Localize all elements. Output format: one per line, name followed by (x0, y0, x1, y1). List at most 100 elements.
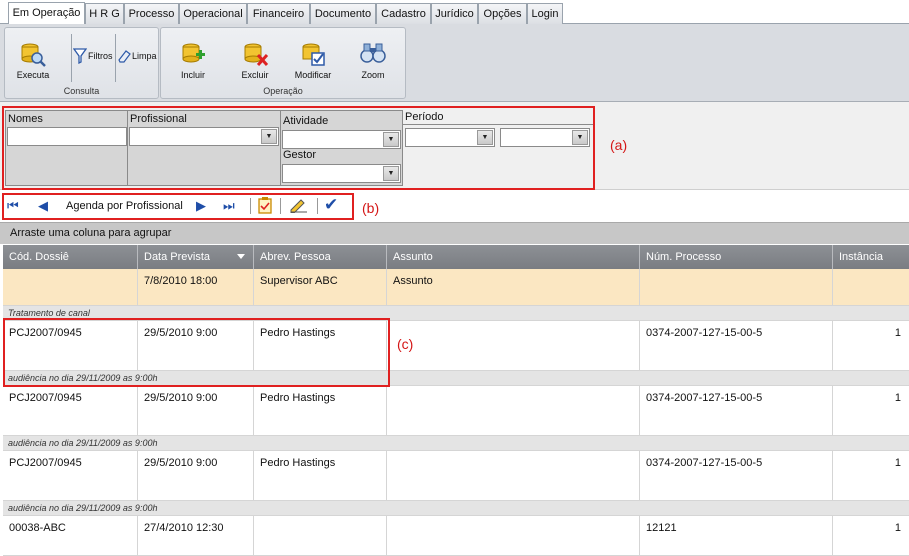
navigator-separator (250, 198, 251, 214)
cell-cod-dossie[interactable] (3, 269, 138, 305)
clipboard-check-icon[interactable] (257, 196, 273, 217)
tab-opcoes[interactable]: Opções (478, 3, 527, 24)
tab-financeiro[interactable]: Financeiro (247, 3, 310, 24)
tab-cadastro[interactable]: Cadastro (376, 3, 431, 24)
tab-operacional[interactable]: Operacional (179, 3, 247, 24)
tab-login[interactable]: Login (527, 3, 563, 24)
chevron-down-icon[interactable]: ▼ (383, 132, 399, 147)
new-item-row[interactable]: 7/8/2010 18:00 Supervisor ABC Assunto (3, 269, 909, 306)
cell-data-prevista: 29/5/2010 9:00 (138, 451, 254, 500)
column-header-data-prevista-label: Data Prevista (144, 251, 211, 263)
tab-documento[interactable]: Documento (310, 3, 376, 24)
menu-tab-bar: Em Operação H R G Processo Operacional F… (0, 0, 909, 25)
table-row[interactable]: PCJ2007/0945 29/5/2010 9:00 Pedro Hastin… (3, 321, 909, 371)
next-record-icon[interactable]: ▶ (196, 198, 206, 214)
column-header-data-prevista[interactable]: Data Prevista (138, 245, 254, 269)
cell-data-prevista[interactable]: 7/8/2010 18:00 (138, 269, 254, 305)
cell-instancia: 1 (894, 457, 901, 469)
cell-cod-dossie: PCJ2007/0945 (3, 451, 138, 500)
column-header-num-processo[interactable]: Núm. Processo (640, 245, 833, 269)
annotation-label-c: (c) (397, 336, 414, 352)
periodo-panel: Período ▼ ▼ (403, 110, 593, 186)
profissional-select[interactable]: ▼ (129, 127, 279, 146)
last-record-icon[interactable]: ⏭ (223, 198, 235, 214)
add-record-icon (182, 43, 205, 63)
cell-num-processo: 0374-2007-127-15-00-5 (640, 386, 833, 435)
nomes-column: Nomes (6, 111, 128, 185)
column-header-assunto[interactable]: Assunto (387, 245, 640, 269)
navigator-separator (317, 198, 318, 214)
table-row[interactable]: PCJ2007/0945 29/5/2010 9:00 Pedro Hastin… (3, 386, 909, 436)
zoom-button[interactable]: Zoom (355, 40, 391, 80)
chevron-down-icon[interactable]: ▼ (572, 130, 588, 145)
chevron-down-icon[interactable]: ▼ (261, 129, 277, 144)
nomes-input[interactable] (7, 127, 127, 146)
limpa-button[interactable]: Limpa (117, 48, 157, 64)
previous-record-icon[interactable]: ◀ (38, 198, 48, 214)
operacao-group: Incluir Excluir Modificar Zoom Operação (160, 27, 406, 99)
annotation-label-b: (b) (362, 200, 380, 216)
chevron-down-icon[interactable]: ▼ (477, 130, 493, 145)
executa-button[interactable]: Executa (13, 40, 53, 80)
first-record-icon[interactable]: ⏮ (7, 198, 19, 214)
profissional-label: Profissional (130, 113, 187, 125)
group-by-panel[interactable]: Arraste uma coluna para agrupar (0, 222, 909, 244)
atividade-gestor-column: Atividade ▼ Gestor ▼ (281, 111, 403, 185)
column-header-instancia[interactable]: Instância (833, 245, 909, 269)
column-header-cod-dossie[interactable]: Cód. Dossiê (3, 245, 138, 269)
filtros-button[interactable]: Filtros (73, 48, 113, 64)
excluir-label: Excluir (241, 70, 269, 80)
cell-abrev-pessoa: Pedro Hastings (254, 321, 387, 370)
ribbon-separator (71, 34, 72, 82)
modificar-label: Modificar (294, 70, 332, 80)
annotation-label-a: (a) (610, 137, 628, 153)
gestor-select[interactable]: ▼ (282, 164, 401, 183)
excluir-button[interactable]: Excluir (235, 40, 275, 80)
zoom-label: Zoom (361, 70, 385, 80)
modificar-button[interactable]: Modificar (291, 40, 335, 80)
row-note: audiência no dia 29/11/2009 as 9:00h (3, 501, 909, 516)
filter-panel: Nomes Profissional ▼ Atividade ▼ Gestor … (0, 102, 909, 190)
incluir-button[interactable]: Incluir (175, 40, 211, 80)
filter-grid: Nomes Profissional ▼ Atividade ▼ Gestor … (5, 110, 403, 186)
tab-hrg[interactable]: H R G (85, 3, 124, 24)
cell-num-processo: 0374-2007-127-15-00-5 (640, 321, 833, 370)
periodo-divider (403, 124, 593, 125)
tab-processo[interactable]: Processo (124, 3, 179, 24)
periodo-label: Período (405, 111, 444, 123)
filtros-label: Filtros (88, 51, 113, 61)
confirm-check-icon[interactable]: ✔ (324, 195, 338, 215)
atividade-select[interactable]: ▼ (282, 130, 401, 149)
edit-record-icon (302, 43, 325, 66)
executa-label: Executa (16, 70, 50, 80)
cell-data-prevista: 27/4/2010 12:30 (138, 516, 254, 555)
ribbon-separator (115, 34, 116, 82)
table-row[interactable]: 00038-ABC 27/4/2010 12:30 12121 1 (3, 516, 909, 556)
incluir-label: Incluir (180, 70, 205, 80)
group-row-tratamento: Tratamento de canal (3, 306, 909, 321)
binoculars-icon (360, 43, 386, 63)
cell-instancia[interactable] (833, 269, 909, 305)
cell-abrev-pessoa: Pedro Hastings (254, 386, 387, 435)
periodo-start-select[interactable]: ▼ (405, 128, 495, 147)
tab-juridico[interactable]: Jurídico (431, 3, 478, 24)
cell-num-processo[interactable] (640, 269, 833, 305)
profissional-column: Profissional ▼ (128, 111, 281, 185)
cell-assunto[interactable]: Assunto (387, 269, 640, 305)
cell-abrev-pessoa[interactable]: Supervisor ABC (254, 269, 387, 305)
cell-num-processo: 0374-2007-127-15-00-5 (640, 451, 833, 500)
chevron-down-icon[interactable]: ▼ (383, 166, 399, 181)
cell-instancia: 1 (894, 392, 901, 404)
cell-assunto (387, 516, 640, 555)
cell-abrev-pessoa: Pedro Hastings (254, 451, 387, 500)
grid-header: Cód. Dossiê Data Prevista Abrev. Pessoa … (3, 245, 909, 269)
table-row[interactable]: PCJ2007/0945 29/5/2010 9:00 Pedro Hastin… (3, 451, 909, 501)
tab-em-operacao[interactable]: Em Operação (8, 2, 85, 25)
column-header-abrev-pessoa[interactable]: Abrev. Pessoa (254, 245, 387, 269)
cell-instancia: 1 (894, 327, 901, 339)
edit-pencil-icon[interactable] (289, 197, 309, 216)
periodo-end-select[interactable]: ▼ (500, 128, 590, 147)
cell-num-processo: 12121 (640, 516, 833, 555)
row-note: audiência no dia 29/11/2009 as 9:00h (3, 436, 909, 451)
cell-cod-dossie: 00038-ABC (3, 516, 138, 555)
